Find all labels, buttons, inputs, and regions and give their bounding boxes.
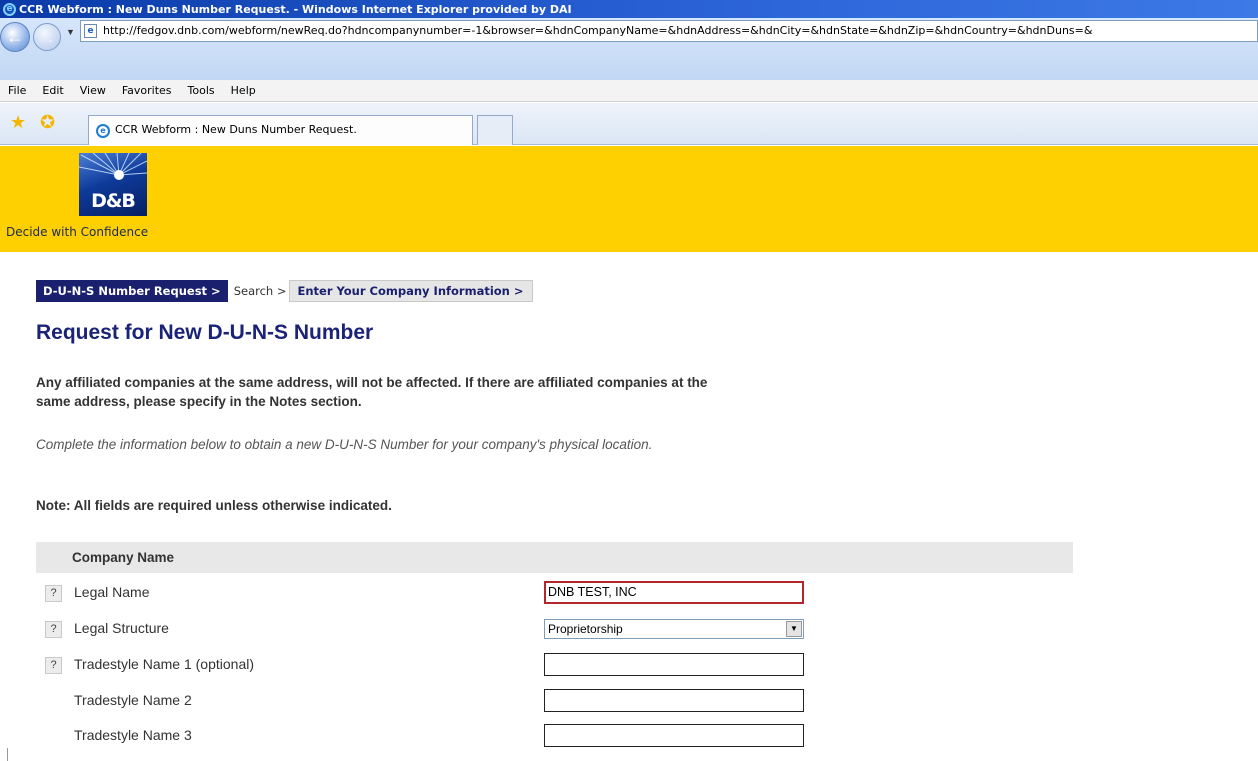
legal-structure-label: Legal Structure <box>74 620 169 636</box>
tradestyle-2-label: Tradestyle Name 2 <box>74 692 192 708</box>
back-button[interactable]: ← <box>0 22 30 52</box>
breadcrumb-search[interactable]: Search > <box>228 280 289 302</box>
forward-button[interactable]: → <box>33 23 61 51</box>
help-icon[interactable]: ? <box>45 621 62 638</box>
browser-tab[interactable]: e CCR Webform : New Duns Number Request. <box>88 115 473 145</box>
navigation-bar: ← → ▼ e http://fedgov.dnb.com/webform/ne… <box>0 18 1258 80</box>
window-edge-divider <box>7 748 8 761</box>
tradestyle-3-label: Tradestyle Name 3 <box>74 727 192 743</box>
history-dropdown-icon[interactable]: ▼ <box>66 27 75 37</box>
page-icon: e <box>84 24 97 38</box>
legal-structure-select[interactable]: Proprietorship ▼ <box>544 619 804 639</box>
form-row-tradestyle-2: Tradestyle Name 2 <box>36 689 1036 713</box>
address-bar[interactable]: e http://fedgov.dnb.com/webform/newReq.d… <box>80 20 1258 42</box>
breadcrumb: D-U-N-S Number Request > Search > Enter … <box>36 280 533 302</box>
menu-view[interactable]: View <box>72 84 114 97</box>
form-row-legal-name: ? Legal Name DNB TEST, INC <box>36 581 1036 605</box>
legal-name-label: Legal Name <box>74 584 150 600</box>
favorites-bar: ★ ✪ e CCR Webform : New Duns Number Requ… <box>0 103 1258 145</box>
chevron-down-icon[interactable]: ▼ <box>786 621 802 637</box>
legal-structure-value: Proprietorship <box>548 622 623 636</box>
tab-title: CCR Webform : New Duns Number Request. <box>115 123 357 136</box>
breadcrumb-enter-company-info[interactable]: Enter Your Company Information > <box>288 280 533 302</box>
favorites-star-icon[interactable]: ★ <box>10 113 26 131</box>
tradestyle-2-input[interactable] <box>544 689 804 712</box>
window-title: CCR Webform : New Duns Number Request. -… <box>19 2 572 16</box>
page-title: Request for New D-U-N-S Number <box>36 321 374 344</box>
ie-logo-icon: e <box>3 2 16 16</box>
menu-tools[interactable]: Tools <box>180 84 223 97</box>
tradestyle-1-label: Tradestyle Name 1 (optional) <box>74 656 255 672</box>
dnb-logo[interactable]: D&B <box>79 153 147 216</box>
window-titlebar: e CCR Webform : New Duns Number Request.… <box>0 0 1258 18</box>
new-tab-button[interactable] <box>477 115 513 145</box>
logo-text: D&B <box>91 190 136 212</box>
menu-help[interactable]: Help <box>223 84 264 97</box>
breadcrumb-duns-request[interactable]: D-U-N-S Number Request > <box>36 280 228 302</box>
tradestyle-3-input[interactable] <box>544 724 804 747</box>
section-header-company-name: Company Name <box>36 542 1073 573</box>
address-url: http://fedgov.dnb.com/webform/newReq.do?… <box>103 24 1093 37</box>
brand-tagline: Decide with Confidence <box>6 225 149 239</box>
form-row-tradestyle-1: ? Tradestyle Name 1 (optional) <box>36 653 1036 677</box>
menu-edit[interactable]: Edit <box>34 84 71 97</box>
tradestyle-1-input[interactable] <box>544 653 804 676</box>
help-icon[interactable]: ? <box>45 657 62 674</box>
form-row-tradestyle-3: Tradestyle Name 3 <box>36 724 1036 748</box>
legal-name-input[interactable]: DNB TEST, INC <box>544 581 804 604</box>
menu-bar: File Edit View Favorites Tools Help <box>0 80 1258 102</box>
tab-ie-icon: e <box>96 124 110 138</box>
menu-file[interactable]: File <box>0 84 34 97</box>
form-row-legal-structure: ? Legal Structure Proprietorship ▼ <box>36 617 1036 641</box>
help-icon[interactable]: ? <box>45 585 62 602</box>
add-favorites-icon[interactable]: ✪ <box>40 113 55 131</box>
intro-text: Any affiliated companies at the same add… <box>36 375 708 409</box>
brand-banner: D&B Decide with Confidence <box>0 146 1258 252</box>
instructions-text: Complete the information below to obtain… <box>36 437 653 452</box>
required-fields-note: Note: All fields are required unless oth… <box>36 498 392 513</box>
menu-favorites[interactable]: Favorites <box>114 84 180 97</box>
